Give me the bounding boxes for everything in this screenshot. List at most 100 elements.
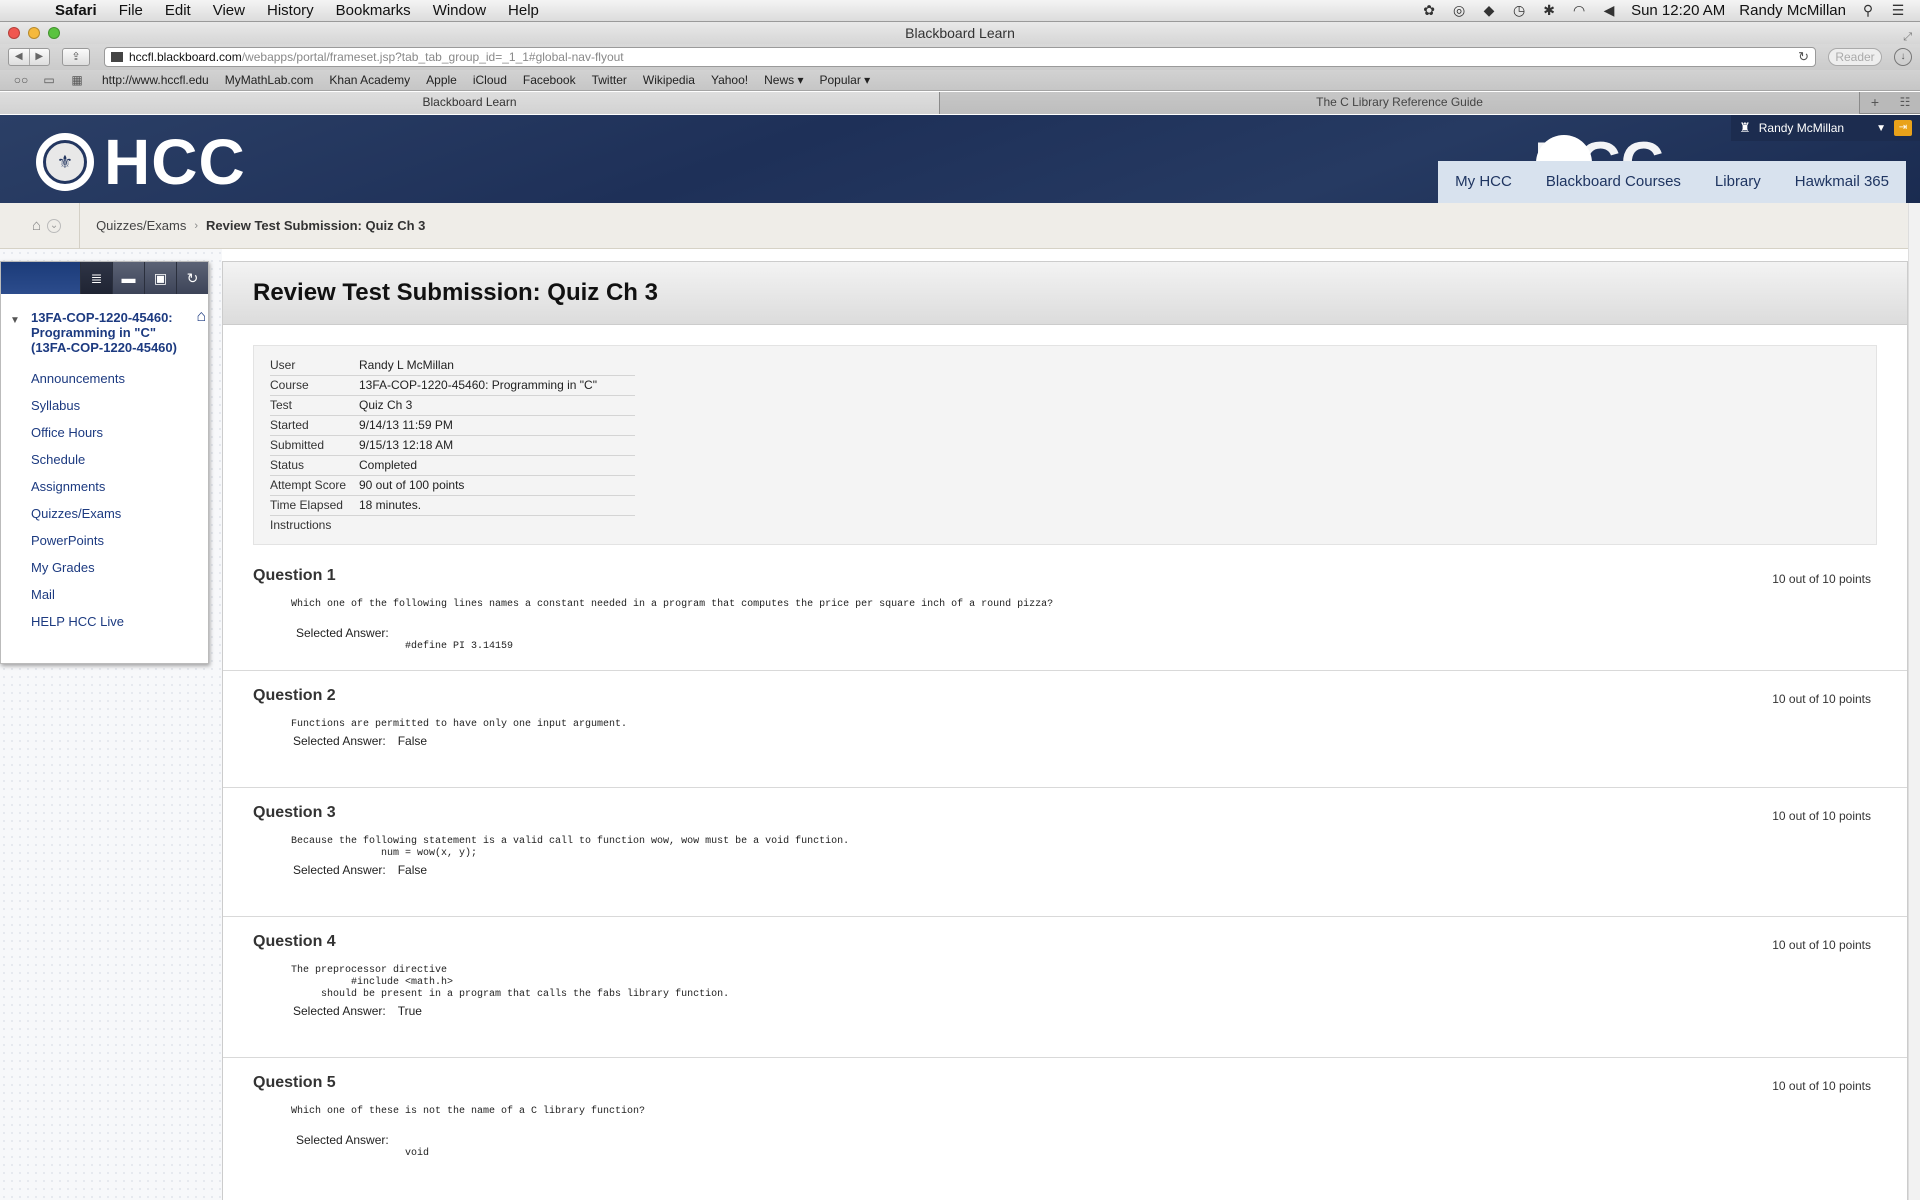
share-button[interactable]: ⇪ <box>62 48 90 66</box>
bookmark-icloud[interactable]: iCloud <box>465 73 515 87</box>
top-sites-grid-icon[interactable]: ▦ <box>66 73 88 87</box>
bookmark-yahoo[interactable]: Yahoo! <box>703 73 756 87</box>
hcc-seal-logo[interactable]: ⚜ <box>36 133 94 191</box>
sidebar-item-help-hcc-live[interactable]: HELP HCC Live <box>1 608 208 635</box>
user-avatar-icon: ♜ <box>1739 120 1751 135</box>
tab-c-library-reference[interactable]: The C Library Reference Guide <box>940 92 1860 114</box>
menu-help[interactable]: Help <box>497 2 550 19</box>
menu-window[interactable]: Window <box>422 2 497 19</box>
menu-file[interactable]: File <box>108 2 154 19</box>
hcc-logo-text[interactable]: HCC <box>104 125 246 199</box>
sidebar-item-schedule[interactable]: Schedule <box>1 446 208 473</box>
course-home-icon[interactable]: ⌂ <box>196 309 206 325</box>
selected-answer-value: True <box>397 1004 422 1018</box>
logout-icon[interactable]: ⇥ <box>1894 120 1912 136</box>
selected-answer: Selected Answer: False <box>293 734 427 748</box>
nav-my-hcc[interactable]: My HCC <box>1438 161 1529 203</box>
bookmark-popular-folder[interactable]: Popular ▾ <box>811 73 878 87</box>
menu-history[interactable]: History <box>256 2 325 19</box>
detail-value: Quiz Ch 3 <box>359 398 413 412</box>
address-bar[interactable]: hccfl.blackboard.com /webapps/portal/fra… <box>104 47 1816 67</box>
detail-label: Status <box>270 458 305 472</box>
question-title: Question 1 <box>253 567 336 584</box>
bookmark-wikipedia[interactable]: Wikipedia <box>635 73 703 87</box>
new-tab-icon[interactable]: + <box>1860 92 1890 113</box>
folder-view-icon[interactable]: ▬ <box>112 262 144 294</box>
breadcrumb: ⌂ ⌄ Quizzes/Exams › Review Test Submissi… <box>0 202 1908 249</box>
seal-emblem-icon: ⚜ <box>43 140 87 184</box>
question-text: Which one of these is not the name of a … <box>291 1106 646 1117</box>
breadcrumb-separator-icon: › <box>194 219 199 232</box>
nav-library[interactable]: Library <box>1698 161 1778 203</box>
reader-button[interactable]: Reader <box>1828 48 1882 66</box>
breadcrumb-quizzes-exams[interactable]: Quizzes/Exams <box>96 218 186 233</box>
forward-button[interactable]: ▶ <box>30 49 50 65</box>
bookmark-facebook[interactable]: Facebook <box>515 73 584 87</box>
bookmark-khan-academy[interactable]: Khan Academy <box>321 73 418 87</box>
list-view-icon[interactable]: ≣ <box>80 262 112 294</box>
question-block: Question 4 10 out of 10 points The prepr… <box>223 917 1907 1058</box>
menu-edit[interactable]: Edit <box>154 2 202 19</box>
nav-hawkmail[interactable]: Hawkmail 365 <box>1778 161 1906 203</box>
hcc-header: ⚜ HCC HCC ♜ Randy McMillan ▼ ⇥ My HCC Bl… <box>0 115 1920 203</box>
question-text: Which one of the following lines names a… <box>291 599 1054 610</box>
tab-blackboard-learn[interactable]: Blackboard Learn <box>0 92 940 114</box>
notification-center-icon[interactable]: ☰ <box>1890 2 1906 19</box>
selected-answer-value: void <box>405 1148 430 1159</box>
detail-row: User Randy L McMillan <box>270 356 635 376</box>
sidebar-item-powerpoints[interactable]: PowerPoints <box>1 527 208 554</box>
close-window-button[interactable] <box>8 27 20 39</box>
main-content: Review Test Submission: Quiz Ch 3 User Ra… <box>222 261 1908 1200</box>
collapse-triangle-icon[interactable]: ▼ <box>10 313 20 328</box>
sidebar-item-mail[interactable]: Mail <box>1 581 208 608</box>
back-button[interactable]: ◀ <box>9 49 30 65</box>
volume-icon[interactable]: ◀ <box>1601 2 1617 19</box>
evernote-icon[interactable]: ✿ <box>1421 2 1437 19</box>
tab-bar: Blackboard Learn The C Library Reference… <box>0 92 1920 114</box>
chevron-down-icon[interactable]: ▼ <box>1876 123 1886 134</box>
sidebar-item-my-grades[interactable]: My Grades <box>1 554 208 581</box>
course-title[interactable]: ▼ 13FA-COP-1220-45460: Programming in "C… <box>1 294 208 356</box>
downloads-icon[interactable]: ↓ <box>1894 48 1912 66</box>
question-points: 10 out of 10 points <box>1772 938 1871 952</box>
creative-cloud-icon[interactable]: ◎ <box>1451 2 1467 19</box>
new-window-icon[interactable]: ▣ <box>144 262 176 294</box>
bookmarks-book-icon[interactable]: ▭ <box>38 73 60 87</box>
nav-blackboard-courses[interactable]: Blackboard Courses <box>1529 161 1698 203</box>
spotlight-search-icon[interactable]: ⚲ <box>1860 2 1876 19</box>
menu-app-safari[interactable]: Safari <box>44 2 108 19</box>
sidebar-item-office-hours[interactable]: Office Hours <box>1 419 208 446</box>
page-scrollbar[interactable] <box>1908 203 1920 1200</box>
menu-clock[interactable]: Sun 12:20 AM <box>1631 2 1725 19</box>
breadcrumb-menu-chevron-icon[interactable]: ⌄ <box>47 218 62 233</box>
wifi-icon[interactable]: ◠ <box>1571 2 1587 19</box>
selected-answer-label: Selected Answer: <box>296 626 389 640</box>
tab-overview-icon[interactable]: ☷ <box>1890 92 1920 113</box>
reading-list-icon[interactable]: ○○ <box>10 73 32 87</box>
time-machine-icon[interactable]: ◷ <box>1511 2 1527 19</box>
sidebar-item-assignments[interactable]: Assignments <box>1 473 208 500</box>
bookmark-apple[interactable]: Apple <box>418 73 465 87</box>
menu-user[interactable]: Randy McMillan <box>1739 2 1846 19</box>
bookmark-news-folder[interactable]: News ▾ <box>756 73 811 87</box>
url-host: hccfl.blackboard.com <box>129 50 242 64</box>
user-menu[interactable]: ♜ Randy McMillan ▼ ⇥ <box>1731 115 1920 141</box>
refresh-icon[interactable]: ↻ <box>176 262 208 294</box>
reload-icon[interactable]: ↻ <box>1798 49 1809 65</box>
menu-bookmarks[interactable]: Bookmarks <box>325 2 422 19</box>
sidebar-item-quizzes-exams[interactable]: Quizzes/Exams <box>1 500 208 527</box>
sidebar-item-announcements[interactable]: Announcements <box>1 365 208 392</box>
zoom-window-button[interactable] <box>48 27 60 39</box>
detail-value: 18 minutes. <box>359 498 422 512</box>
bookmark-twitter[interactable]: Twitter <box>584 73 635 87</box>
detail-label: User <box>270 358 296 372</box>
user-menu-name: Randy McMillan <box>1758 121 1845 135</box>
bookmark-mymathlab[interactable]: MyMathLab.com <box>217 73 322 87</box>
minimize-window-button[interactable] <box>28 27 40 39</box>
home-icon[interactable]: ⌂ <box>32 217 41 234</box>
dropbox-icon[interactable]: ◆ <box>1481 2 1497 19</box>
bluetooth-icon[interactable]: ✱ <box>1541 2 1557 19</box>
menu-view[interactable]: View <box>202 2 256 19</box>
sidebar-item-syllabus[interactable]: Syllabus <box>1 392 208 419</box>
bookmark-hccfl[interactable]: http://www.hccfl.edu <box>94 73 217 87</box>
